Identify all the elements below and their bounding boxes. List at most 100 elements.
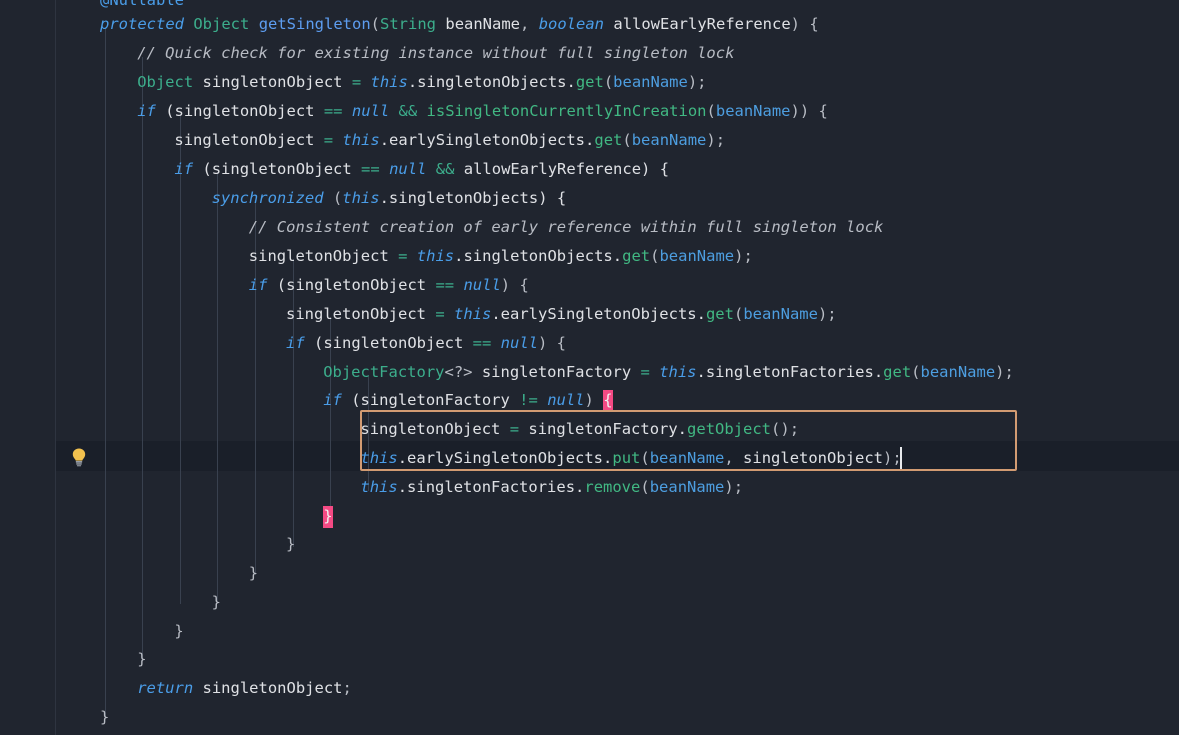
code-token: singletonObject xyxy=(174,131,324,149)
code-line[interactable]: this.singletonFactories.remove(beanName)… xyxy=(0,473,1179,502)
code-token: get xyxy=(575,73,604,91)
code-token: <?> xyxy=(444,363,473,381)
code-token: protected xyxy=(100,15,184,33)
code-token: beanName xyxy=(649,478,725,496)
code-token: = xyxy=(351,73,362,91)
code-token: .singletonObjects. xyxy=(454,247,623,265)
code-token: this xyxy=(416,247,455,265)
code-line[interactable]: singletonObject = this.earlySingletonObj… xyxy=(0,126,1179,155)
code-line[interactable]: singletonObject = this.earlySingletonObj… xyxy=(0,300,1179,329)
selection-box[interactable] xyxy=(360,410,1017,471)
code-line-text: return singletonObject; xyxy=(137,674,352,703)
code-line[interactable]: protected Object getSingleton(String bea… xyxy=(0,10,1179,39)
code-token: .singletonFactories. xyxy=(397,478,585,496)
code-token: this xyxy=(370,73,408,91)
code-line[interactable]: if (singletonObject == null && isSinglet… xyxy=(0,97,1179,126)
code-token: singletonObject xyxy=(193,73,352,91)
code-line[interactable]: singletonObject = this.singletonObjects.… xyxy=(0,242,1179,271)
code-token: } xyxy=(323,506,333,528)
code-token: if xyxy=(174,160,194,178)
code-line[interactable]: } xyxy=(0,617,1179,646)
code-token: (singletonObject xyxy=(193,160,362,178)
code-token: get xyxy=(622,247,651,265)
code-token: .singletonObjects) { xyxy=(379,189,567,207)
code-line[interactable]: } xyxy=(0,645,1179,674)
code-line-text: // Consistent creation of early referenc… xyxy=(249,213,884,242)
code-token: ( xyxy=(640,478,650,496)
code-line[interactable]: return singletonObject; xyxy=(0,674,1179,703)
code-token: get xyxy=(594,131,623,149)
code-token: ObjectFactory xyxy=(323,363,445,381)
code-token: ); xyxy=(687,73,707,91)
code-token: null xyxy=(463,276,501,294)
code-token: } xyxy=(100,708,110,726)
text-caret xyxy=(899,447,902,469)
code-token: ); xyxy=(706,131,726,149)
code-token: null xyxy=(389,160,427,178)
code-editor[interactable]: @Nullable protected Object getSingleton(S… xyxy=(0,0,1179,735)
code-line[interactable]: } xyxy=(0,588,1179,617)
code-token: Object xyxy=(137,73,194,91)
code-line[interactable]: Object singletonObject = this.singletonO… xyxy=(0,68,1179,97)
code-line[interactable]: if (singletonObject == null) { xyxy=(0,271,1179,300)
code-token: ( xyxy=(622,131,632,149)
code-token: @Nullable xyxy=(100,0,184,9)
code-line[interactable]: // Quick check for existing instance wit… xyxy=(0,39,1179,68)
code-token: = xyxy=(323,131,334,149)
code-token: getSingleton xyxy=(258,15,371,33)
code-token: != xyxy=(519,391,538,409)
code-line[interactable]: } xyxy=(0,502,1179,531)
code-line[interactable]: } xyxy=(0,703,1179,732)
code-token: null xyxy=(500,334,538,352)
code-text-layer[interactable]: @Nullable protected Object getSingleton(S… xyxy=(0,0,1179,735)
code-token: if xyxy=(137,102,156,120)
code-line-text: protected Object getSingleton(String bea… xyxy=(100,10,819,39)
code-token: .singletonObjects. xyxy=(407,73,576,91)
code-token: ( xyxy=(706,102,716,120)
code-line-text: if (singletonObject == null && isSinglet… xyxy=(137,97,828,126)
code-token: ) { xyxy=(790,15,819,33)
code-token: beanName xyxy=(920,363,996,381)
code-token: (singletonObject xyxy=(304,334,473,352)
code-line[interactable]: ObjectFactory<?> singletonFactory = this… xyxy=(0,358,1179,387)
code-token: ); xyxy=(995,363,1014,381)
code-token: beanName xyxy=(445,15,521,33)
code-line-text: singletonObject = this.earlySingletonObj… xyxy=(174,126,725,155)
code-token: String xyxy=(380,15,437,33)
code-line[interactable]: } xyxy=(0,559,1179,588)
code-token: { xyxy=(603,390,613,412)
code-token: ( xyxy=(911,363,921,381)
code-line[interactable]: } xyxy=(0,530,1179,559)
code-token: (singletonObject xyxy=(155,102,324,120)
code-line[interactable]: // Consistent creation of early referenc… xyxy=(0,213,1179,242)
code-token: isSingletonCurrentlyInCreation xyxy=(426,102,707,120)
code-line-text: } xyxy=(286,530,295,559)
code-token: // Consistent creation of early referenc… xyxy=(248,218,884,236)
code-token: == xyxy=(435,276,455,294)
code-line-text: if (singletonObject == null) { xyxy=(249,271,529,300)
code-line[interactable]: synchronized (this.singletonObjects) { xyxy=(0,184,1179,213)
code-token: == xyxy=(323,102,343,120)
code-line-text: } xyxy=(137,645,146,674)
code-token: ( xyxy=(733,305,744,323)
code-token: = xyxy=(640,363,650,381)
code-token: this xyxy=(342,131,380,149)
code-line[interactable]: if (singletonObject == null) { xyxy=(0,329,1179,358)
code-token: Object xyxy=(193,15,250,33)
code-token: allowEarlyReference xyxy=(613,15,791,33)
code-token: (singletonFactory xyxy=(341,391,520,409)
code-token: == xyxy=(361,160,380,178)
code-token: } xyxy=(211,593,221,611)
code-line[interactable]: if (singletonObject == null && allowEarl… xyxy=(0,155,1179,184)
code-token: if xyxy=(286,334,305,352)
code-token: .singletonFactories. xyxy=(696,363,884,381)
